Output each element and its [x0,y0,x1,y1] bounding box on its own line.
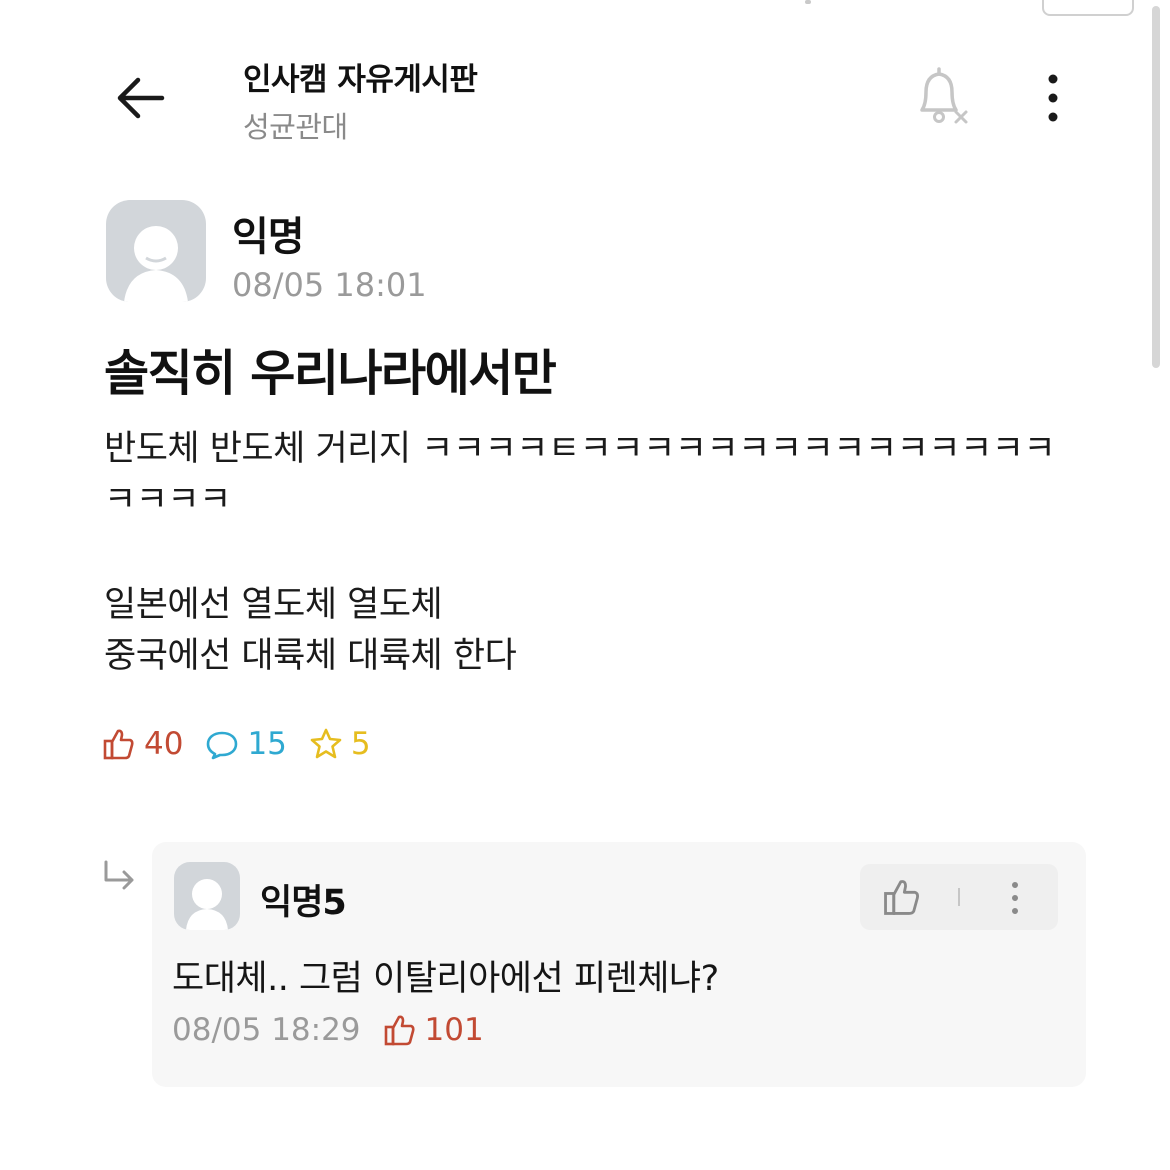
star-icon [310,728,342,759]
comment-like-stat: 101 [383,1012,484,1048]
post-body: 반도체 반도체 거리지 ㅋㅋㅋㅋㅌㅋㅋㅋㅋㅋㅋㅋㅋㅋㅋㅋㅋㅋㅋㅋ ㅋㅋㅋㅋ 일본… [104,424,1079,682]
post-body-line: 일본에선 열도체 열도체 [104,585,443,625]
like-stat[interactable]: 40 [102,726,183,762]
more-options-button[interactable] [1034,70,1072,126]
post-stats: 40 15 5 [102,722,393,766]
action-divider [958,888,960,906]
comment-meta: 08/05 18:29 101 [172,1012,484,1048]
reply-arrow-icon [104,860,134,890]
reply-indicator [100,858,142,898]
thumbs-up-icon [103,729,134,760]
thumbs-up-icon [384,1015,415,1046]
thumbs-up-icon [884,880,919,915]
post-title: 솔직히 우리나라에서만 [104,345,557,402]
status-fragment [805,0,811,4]
like-count: 40 [144,726,184,762]
more-vertical-icon [1048,74,1058,122]
scrollbar[interactable] [1152,6,1160,368]
post-time: 08/05 18:01 [232,266,427,304]
comment-like-button[interactable] [882,877,922,917]
default-profile-icon [186,879,228,930]
scrap-stat[interactable]: 5 [309,726,371,762]
comment-text: 도대체.. 그럼 이탈리아에선 피렌체냐? [172,959,719,999]
post-author: 익명 [232,214,305,260]
arrow-left-icon [117,77,165,119]
author-avatar [106,200,206,302]
post-body-line: ㅋㅋㅋㅋ [104,480,231,520]
comment-more-button[interactable] [1000,878,1030,918]
comment-stat[interactable]: 15 [205,726,287,762]
post-body-line: 반도체 반도체 거리지 ㅋㅋㅋㅋㅌㅋㅋㅋㅋㅋㅋㅋㅋㅋㅋㅋㅋㅋㅋㅋ [104,429,1056,469]
post-body-line: 중국에선 대륙체 대륙체 한다 [104,636,517,676]
comment-author: 익명5 [260,883,347,923]
notification-off-button[interactable] [912,66,974,128]
scrap-count: 5 [350,726,371,762]
comment-actions [860,864,1058,930]
board-title: 인사캠 자유게시판 [243,62,478,98]
comment-count: 15 [247,726,287,762]
comment-like-count: 101 [424,1012,484,1048]
top-button-fragment[interactable] [1042,0,1134,16]
default-profile-icon [124,226,188,302]
back-button[interactable] [110,70,170,126]
comment-time: 08/05 18:29 [172,1012,361,1048]
comment-card: 익명5 도대체.. 그럼 이탈리아에선 피렌체냐? 08/05 18:29 10… [152,842,1086,1087]
more-vertical-icon [1012,882,1018,914]
school-name: 성균관대 [243,110,348,144]
bell-off-icon [920,67,968,124]
comment-avatar [174,862,240,930]
comment-icon [207,731,238,760]
